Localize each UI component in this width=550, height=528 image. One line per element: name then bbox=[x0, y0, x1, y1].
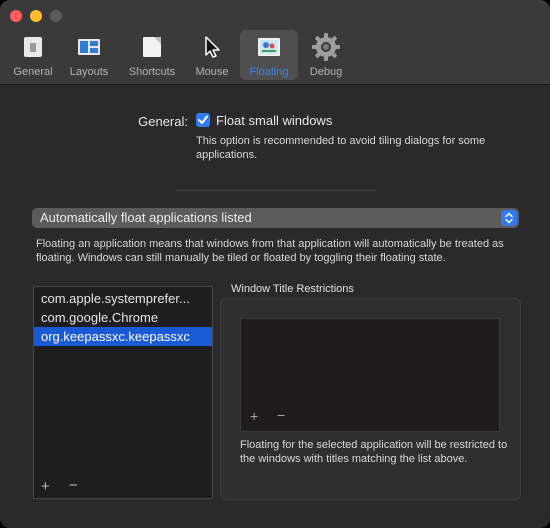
tab-label: General bbox=[13, 66, 53, 78]
list-item[interactable]: org.keepassxc.keepassxc bbox=[34, 327, 212, 346]
tab-label: Shortcuts bbox=[128, 66, 176, 78]
zoom-window-button[interactable] bbox=[50, 10, 62, 22]
add-application-button[interactable]: + bbox=[41, 478, 50, 495]
remove-application-button[interactable]: − bbox=[69, 477, 78, 494]
checkmark-icon bbox=[198, 115, 208, 124]
tab-label: Debug bbox=[309, 66, 343, 78]
float-small-windows-checkbox[interactable] bbox=[196, 113, 210, 127]
float-mode-select[interactable]: Automatically float applications listed bbox=[32, 208, 519, 228]
add-title-button[interactable]: + bbox=[250, 408, 258, 424]
divider bbox=[176, 190, 376, 191]
gear-icon bbox=[311, 32, 341, 62]
list-item[interactable]: com.apple.systemprefer... bbox=[34, 289, 212, 308]
floating-icon bbox=[257, 35, 281, 59]
tab-label: Floating bbox=[249, 66, 289, 78]
float-small-windows-label[interactable]: Float small windows bbox=[216, 113, 332, 128]
tab-shortcuts[interactable]: Shortcuts bbox=[122, 30, 182, 80]
general-label: General: bbox=[138, 114, 188, 129]
remove-title-button[interactable]: − bbox=[277, 407, 285, 423]
tab-layouts[interactable]: Layouts bbox=[62, 30, 116, 80]
layouts-icon bbox=[77, 35, 101, 59]
preferences-window: General Layouts Shortcuts Mouse Floating bbox=[0, 0, 550, 528]
tab-general[interactable]: General bbox=[6, 30, 60, 80]
float-mode-selected-value: Automatically float applications listed bbox=[40, 210, 252, 225]
list-item[interactable]: com.google.Chrome bbox=[34, 308, 212, 327]
float-mode-help: Floating an application means that windo… bbox=[36, 238, 504, 264]
mouse-pointer-icon bbox=[200, 35, 224, 59]
chevron-up-down-icon bbox=[501, 210, 517, 226]
window-title-restrictions-title: Window Title Restrictions bbox=[231, 283, 354, 295]
tab-floating[interactable]: Floating bbox=[240, 30, 298, 80]
tab-debug[interactable]: Debug bbox=[302, 30, 350, 80]
tab-label: Layouts bbox=[69, 66, 109, 78]
shortcuts-icon bbox=[140, 35, 164, 59]
general-icon bbox=[21, 35, 45, 59]
application-list[interactable]: com.apple.systemprefer... com.google.Chr… bbox=[33, 286, 213, 499]
toolbar: General Layouts Shortcuts Mouse Floating bbox=[0, 0, 550, 85]
tab-mouse[interactable]: Mouse bbox=[188, 30, 236, 80]
close-window-button[interactable] bbox=[10, 10, 22, 22]
minimize-window-button[interactable] bbox=[30, 10, 42, 22]
tab-label: Mouse bbox=[195, 66, 229, 78]
window-title-restrictions-help: Floating for the selected application wi… bbox=[240, 439, 508, 465]
float-small-windows-help: This option is recommended to avoid tili… bbox=[196, 135, 486, 161]
